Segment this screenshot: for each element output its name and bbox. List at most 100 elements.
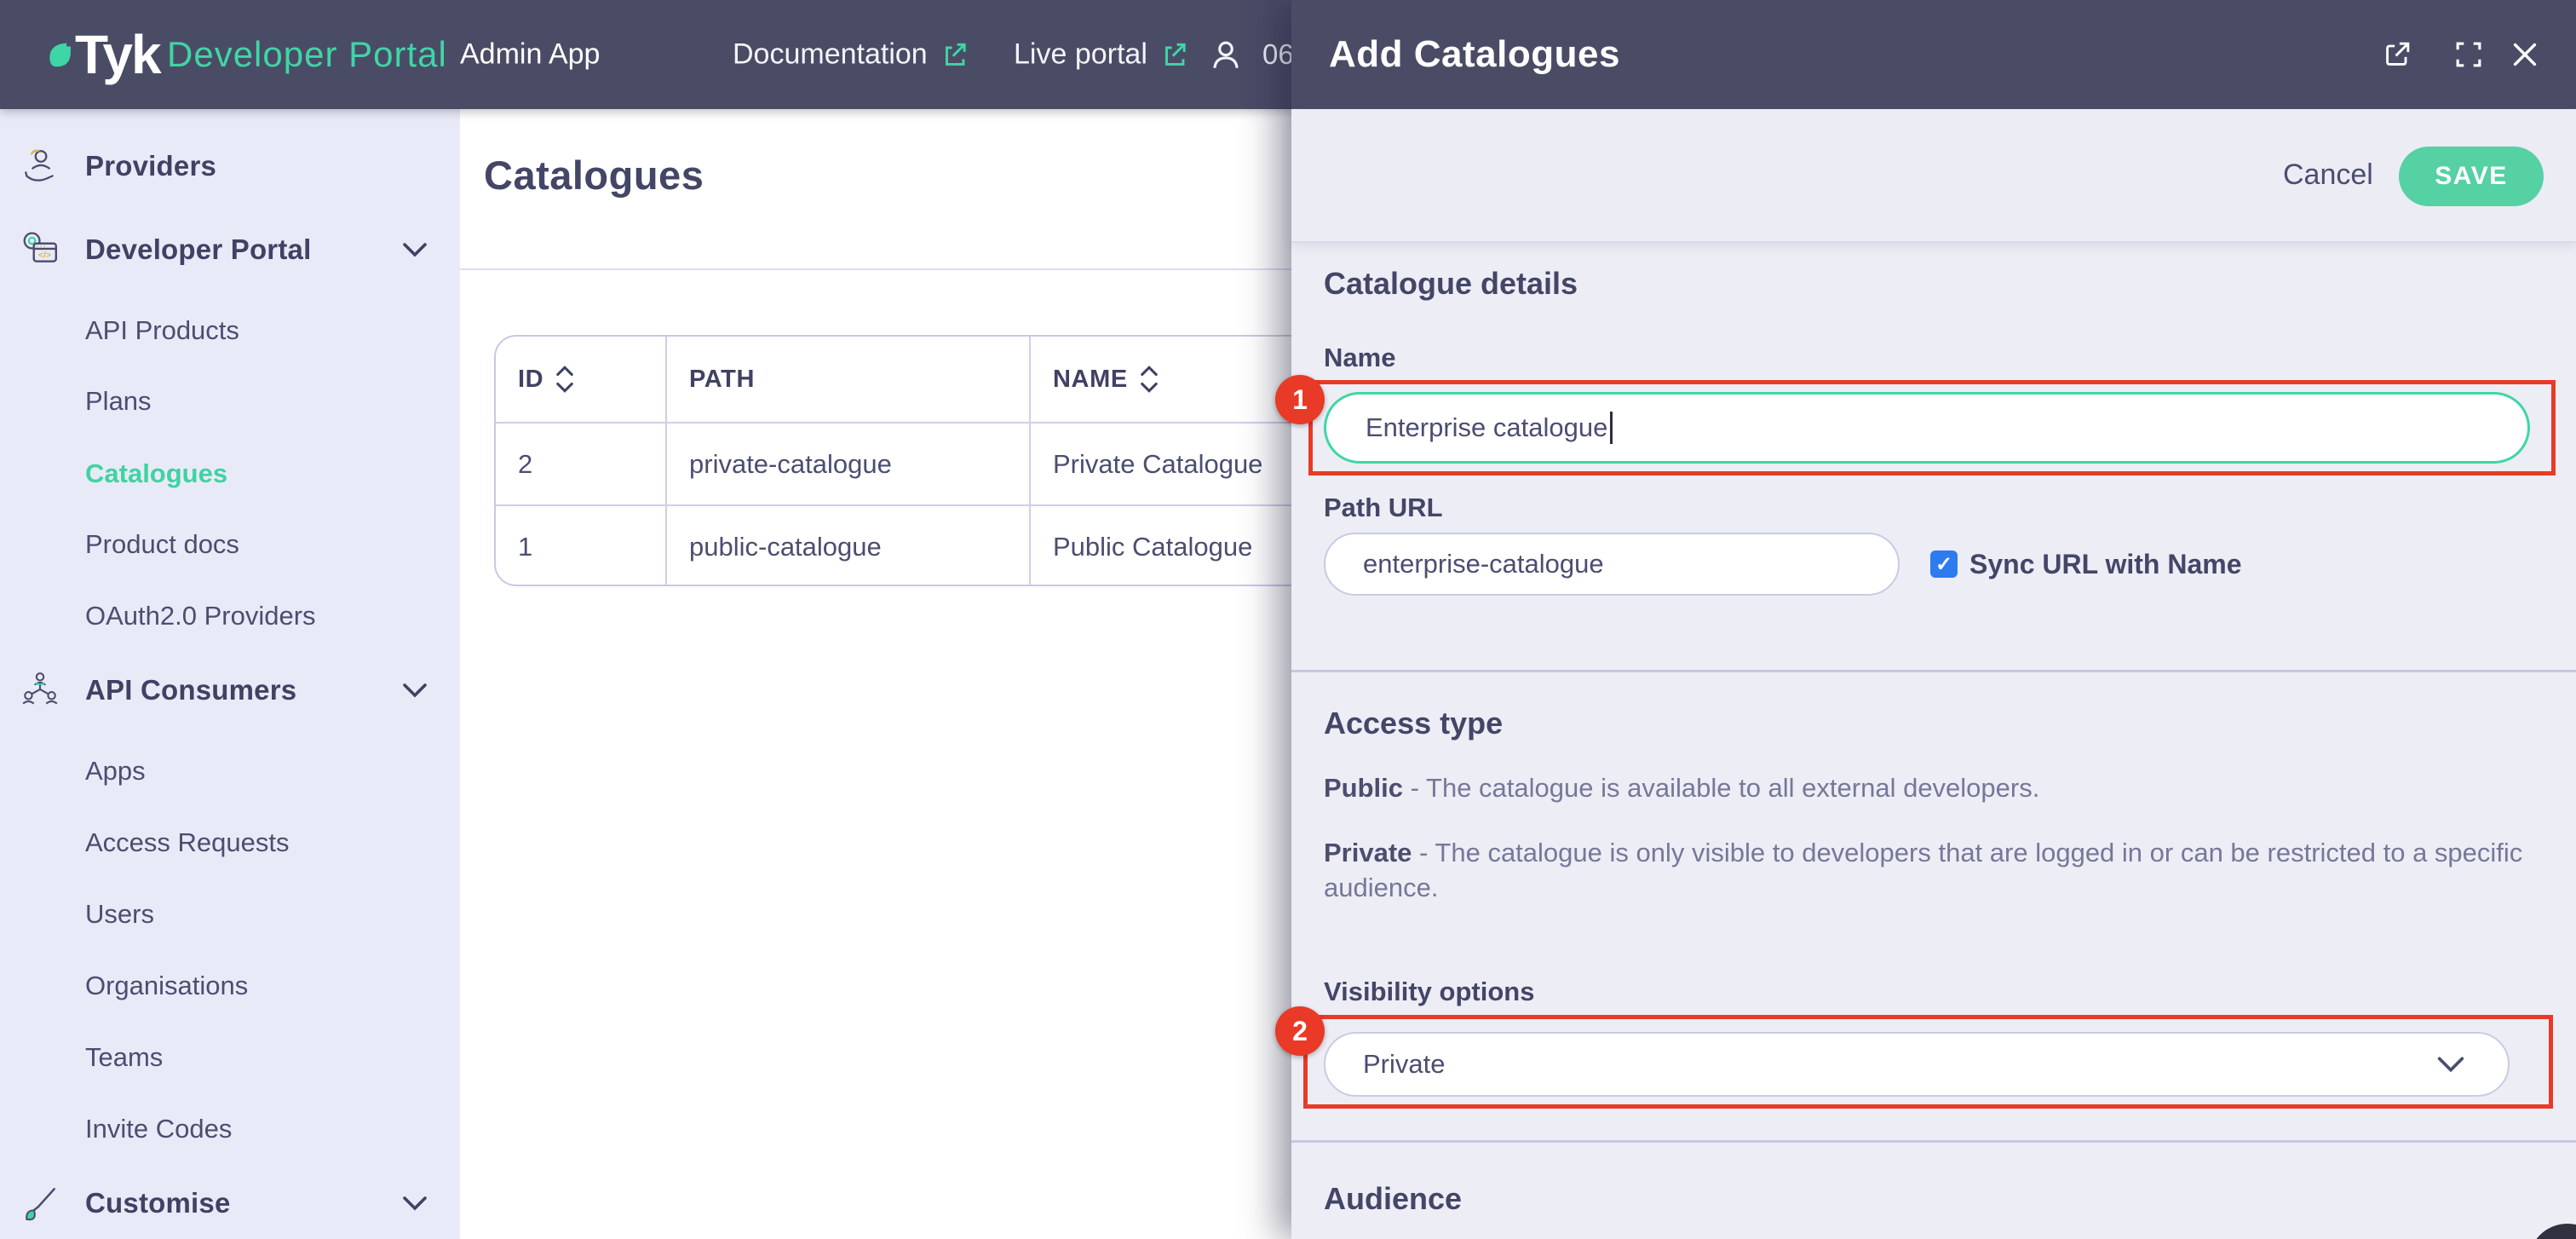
- header-label: PATH: [689, 366, 755, 394]
- sidebar-item-label: Apps: [85, 756, 146, 787]
- drawer-header: Add Catalogues: [1291, 0, 2576, 109]
- customise-icon: [20, 1184, 60, 1223]
- sidebar-item-invite-codes[interactable]: Invite Codes: [0, 1102, 460, 1156]
- external-link-icon: [940, 40, 969, 69]
- sidebar-item-label-active: Catalogues: [85, 458, 227, 489]
- page-title: Catalogues: [484, 152, 704, 199]
- drawer-title: Add Catalogues: [1329, 33, 1620, 76]
- catalogue-details-heading: Catalogue details: [1324, 266, 1578, 302]
- user-profile-icon[interactable]: [1208, 37, 1244, 72]
- api-consumers-icon: [20, 671, 60, 710]
- public-access-description: Public - The catalogue is available to a…: [1324, 770, 2557, 805]
- sidebar-item-api-products[interactable]: API Products: [0, 303, 460, 358]
- path-input-value: enterprise-catalogue: [1363, 549, 1604, 579]
- sidebar-item-api-consumers[interactable]: API Consumers: [0, 663, 460, 717]
- sync-url-checkbox[interactable]: [1930, 550, 1958, 578]
- table-header-id[interactable]: ID: [496, 337, 667, 422]
- close-icon[interactable]: [2508, 37, 2542, 72]
- documentation-link[interactable]: Documentation: [733, 38, 969, 72]
- annotation-badge-2: 2: [1275, 1006, 1325, 1056]
- private-desc: - The catalogue is only visible to devel…: [1324, 838, 2522, 902]
- fullscreen-icon[interactable]: [2452, 37, 2486, 72]
- save-button[interactable]: SAVE: [2399, 147, 2544, 206]
- sidebar-item-apps[interactable]: Apps: [0, 744, 460, 798]
- table-row-cell-path[interactable]: private-catalogue: [667, 422, 1031, 504]
- sidebar-item-label: Access Requests: [85, 827, 290, 858]
- sort-icon: [555, 365, 574, 394]
- sidebar-item-catalogues[interactable]: Catalogues: [0, 447, 460, 501]
- live-portal-link[interactable]: Live portal: [1014, 38, 1188, 72]
- sidebar-item-label: Product docs: [85, 529, 239, 560]
- sidebar-item-label: Organisations: [85, 971, 248, 1001]
- sidebar-item-organisations[interactable]: Organisations: [0, 959, 460, 1013]
- sidebar-item-label: Users: [85, 899, 154, 930]
- section-divider: [1291, 1140, 2576, 1143]
- sort-icon: [1140, 365, 1159, 394]
- chevron-down-icon: [402, 1196, 428, 1211]
- text-cursor: [1610, 412, 1613, 444]
- providers-icon: [20, 147, 60, 186]
- table-row-cell-id[interactable]: 2: [496, 422, 667, 504]
- visibility-select[interactable]: Private: [1324, 1032, 2510, 1097]
- header-label: NAME: [1053, 366, 1128, 394]
- chevron-down-icon: [402, 683, 428, 698]
- name-label: Name: [1324, 343, 1395, 373]
- path-url-input[interactable]: enterprise-catalogue: [1324, 533, 1900, 596]
- sync-url-label: Sync URL with Name: [1969, 549, 2241, 580]
- cell-value: 2: [518, 449, 532, 480]
- table-header-path[interactable]: PATH: [667, 337, 1031, 422]
- cell-value: Public Catalogue: [1053, 532, 1252, 562]
- catalogues-table: ID PATH NAME 2 private-catalogue Private…: [494, 335, 1346, 586]
- sidebar-item-label: OAuth2.0 Providers: [85, 601, 316, 631]
- private-term: Private: [1324, 838, 1412, 867]
- sidebar-item-label: API Consumers: [85, 674, 296, 706]
- cancel-button[interactable]: Cancel: [2283, 158, 2373, 192]
- sidebar-item-users[interactable]: Users: [0, 887, 460, 942]
- developer-portal-icon: </>: [20, 230, 60, 269]
- sidebar-item-label: Invite Codes: [85, 1114, 232, 1144]
- cell-value: 1: [518, 532, 532, 562]
- live-portal-label: Live portal: [1014, 38, 1147, 72]
- path-url-label: Path URL: [1324, 493, 1443, 523]
- visibility-options-label: Visibility options: [1324, 977, 1534, 1007]
- sidebar-item-label: Customise: [85, 1187, 231, 1219]
- sidebar-item-teams[interactable]: Teams: [0, 1030, 460, 1085]
- visibility-selected-value: Private: [1363, 1049, 1445, 1080]
- app-root: Tyk Developer Portal Admin App Documenta…: [0, 0, 2576, 1239]
- cell-value: private-catalogue: [689, 449, 892, 480]
- table-row-cell-id[interactable]: 1: [496, 504, 667, 586]
- audience-heading: Audience: [1324, 1181, 1462, 1217]
- sidebar-item-label: Teams: [85, 1042, 163, 1073]
- header-label: ID: [518, 366, 543, 394]
- sidebar-item-oauth-providers[interactable]: OAuth2.0 Providers: [0, 589, 460, 643]
- cell-value: public-catalogue: [689, 532, 882, 562]
- sidebar-item-providers[interactable]: Providers: [0, 139, 460, 193]
- name-input-value: Enterprise catalogue: [1366, 412, 1607, 443]
- sidebar-item-plans[interactable]: Plans: [0, 374, 460, 429]
- external-link-icon: [1159, 40, 1188, 69]
- sidebar-item-label: Developer Portal: [85, 233, 311, 266]
- name-input[interactable]: Enterprise catalogue: [1324, 392, 2530, 464]
- documentation-label: Documentation: [733, 38, 928, 72]
- table-row-cell-path[interactable]: public-catalogue: [667, 504, 1031, 586]
- logo-app-label: Admin App: [460, 38, 600, 72]
- chevron-down-icon: [2436, 1056, 2465, 1073]
- cell-value: Private Catalogue: [1053, 449, 1262, 480]
- sidebar-item-label: Providers: [85, 150, 216, 182]
- sidebar-item-customise[interactable]: Customise: [0, 1176, 460, 1230]
- open-in-new-window-icon[interactable]: [2380, 37, 2414, 72]
- drawer-toolbar: [1291, 109, 2576, 243]
- sidebar-item-product-docs[interactable]: Product docs: [0, 517, 460, 572]
- chevron-down-icon: [402, 242, 428, 257]
- sidebar-item-label: Plans: [85, 386, 152, 417]
- private-access-description: Private - The catalogue is only visible …: [1324, 835, 2557, 905]
- svg-text:</>: </>: [38, 251, 51, 260]
- public-term: Public: [1324, 773, 1403, 803]
- add-catalogues-drawer: Add Catalogues Cancel SAVE Catalogue det…: [1291, 0, 2576, 1239]
- logo-product: Developer Portal: [167, 34, 447, 75]
- annotation-badge-1: 1: [1275, 375, 1325, 424]
- sidebar-item-developer-portal[interactable]: </> Developer Portal: [0, 222, 460, 277]
- section-divider: [1291, 670, 2576, 672]
- sidebar-item-access-requests[interactable]: Access Requests: [0, 815, 460, 870]
- user-count-badge: 06: [1262, 38, 1294, 71]
